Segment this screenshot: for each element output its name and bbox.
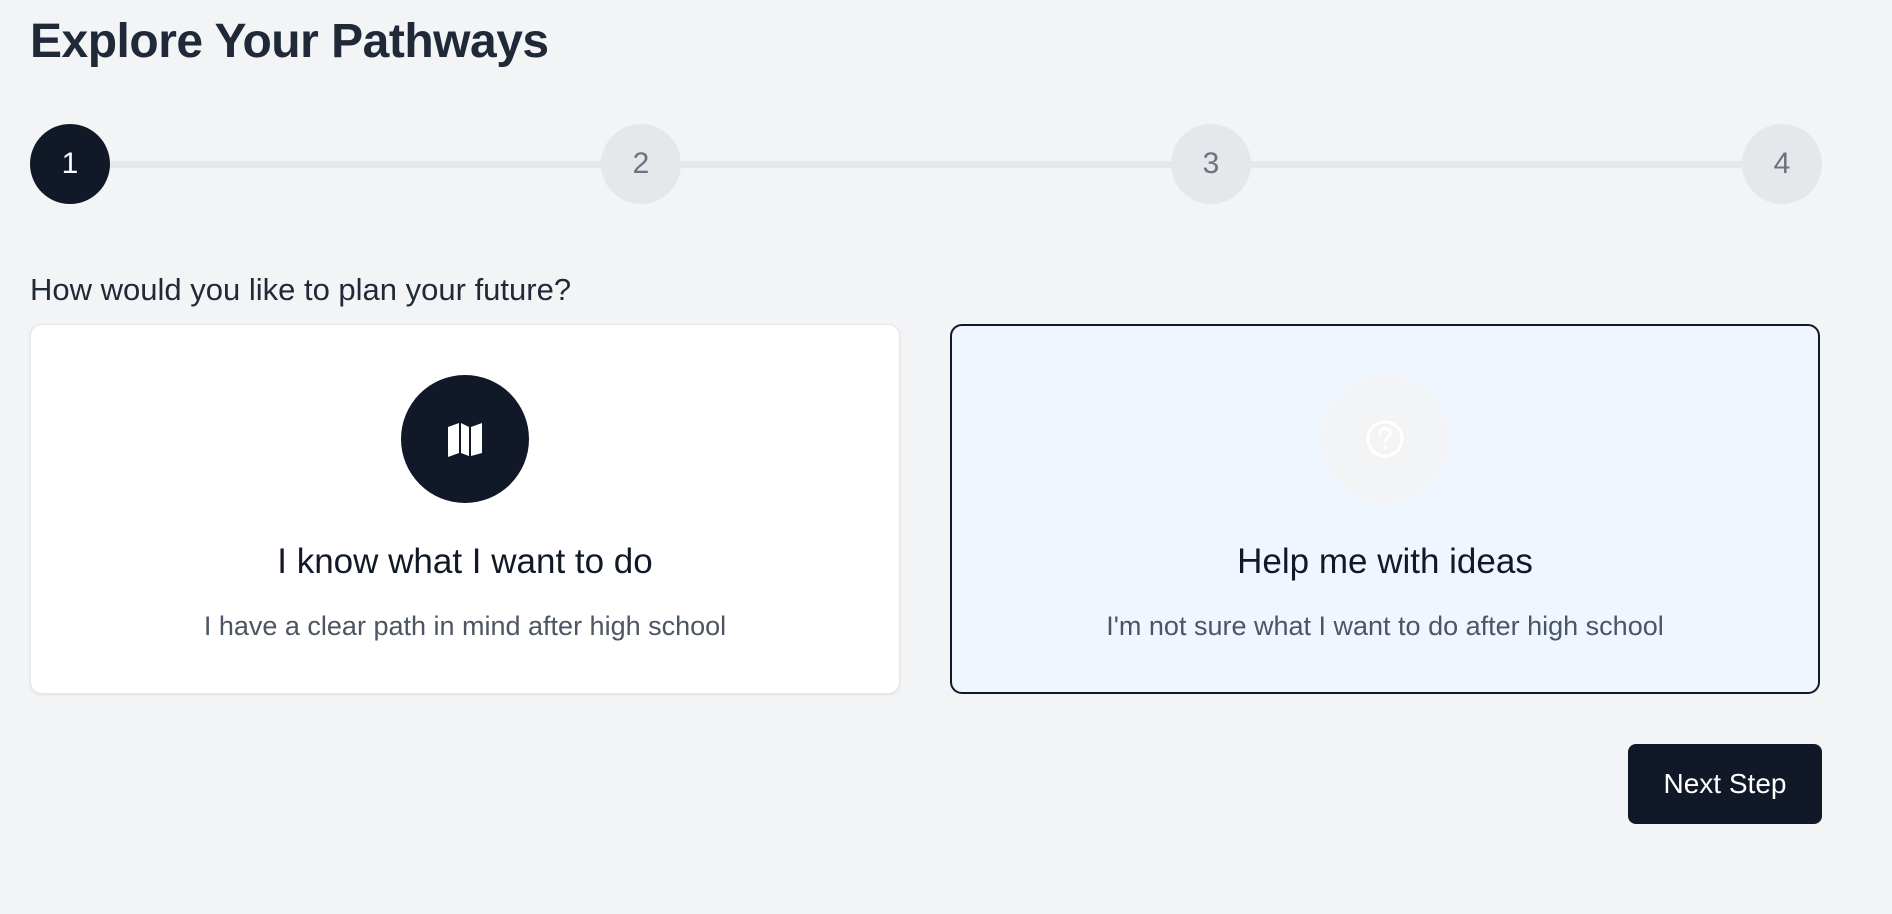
question-prompt: How would you like to plan your future? [30, 272, 572, 307]
progress-stepper: 1 2 3 4 [30, 124, 1822, 204]
map-icon-badge [401, 375, 529, 503]
option-card-help-with-ideas[interactable]: Help me with ideas I'm not sure what I w… [950, 324, 1820, 694]
option-description: I have a clear path in mind after high s… [203, 611, 727, 641]
step-3[interactable]: 3 [1171, 124, 1251, 204]
step-1[interactable]: 1 [30, 124, 110, 204]
option-title: Help me with ideas [1237, 542, 1533, 581]
stepper-track [70, 161, 1782, 168]
option-card-know-what-to-do[interactable]: I know what I want to do I have a clear … [30, 324, 900, 694]
step-2[interactable]: 2 [601, 124, 681, 204]
next-step-button[interactable]: Next Step [1628, 744, 1822, 824]
step-4[interactable]: 4 [1742, 124, 1822, 204]
question-circle-icon [1366, 420, 1404, 458]
question-icon-badge [1321, 375, 1449, 503]
page-title: Explore Your Pathways [30, 15, 549, 68]
option-description: I'm not sure what I want to do after hig… [1106, 611, 1664, 641]
map-icon [448, 423, 482, 457]
option-title: I know what I want to do [277, 542, 653, 581]
